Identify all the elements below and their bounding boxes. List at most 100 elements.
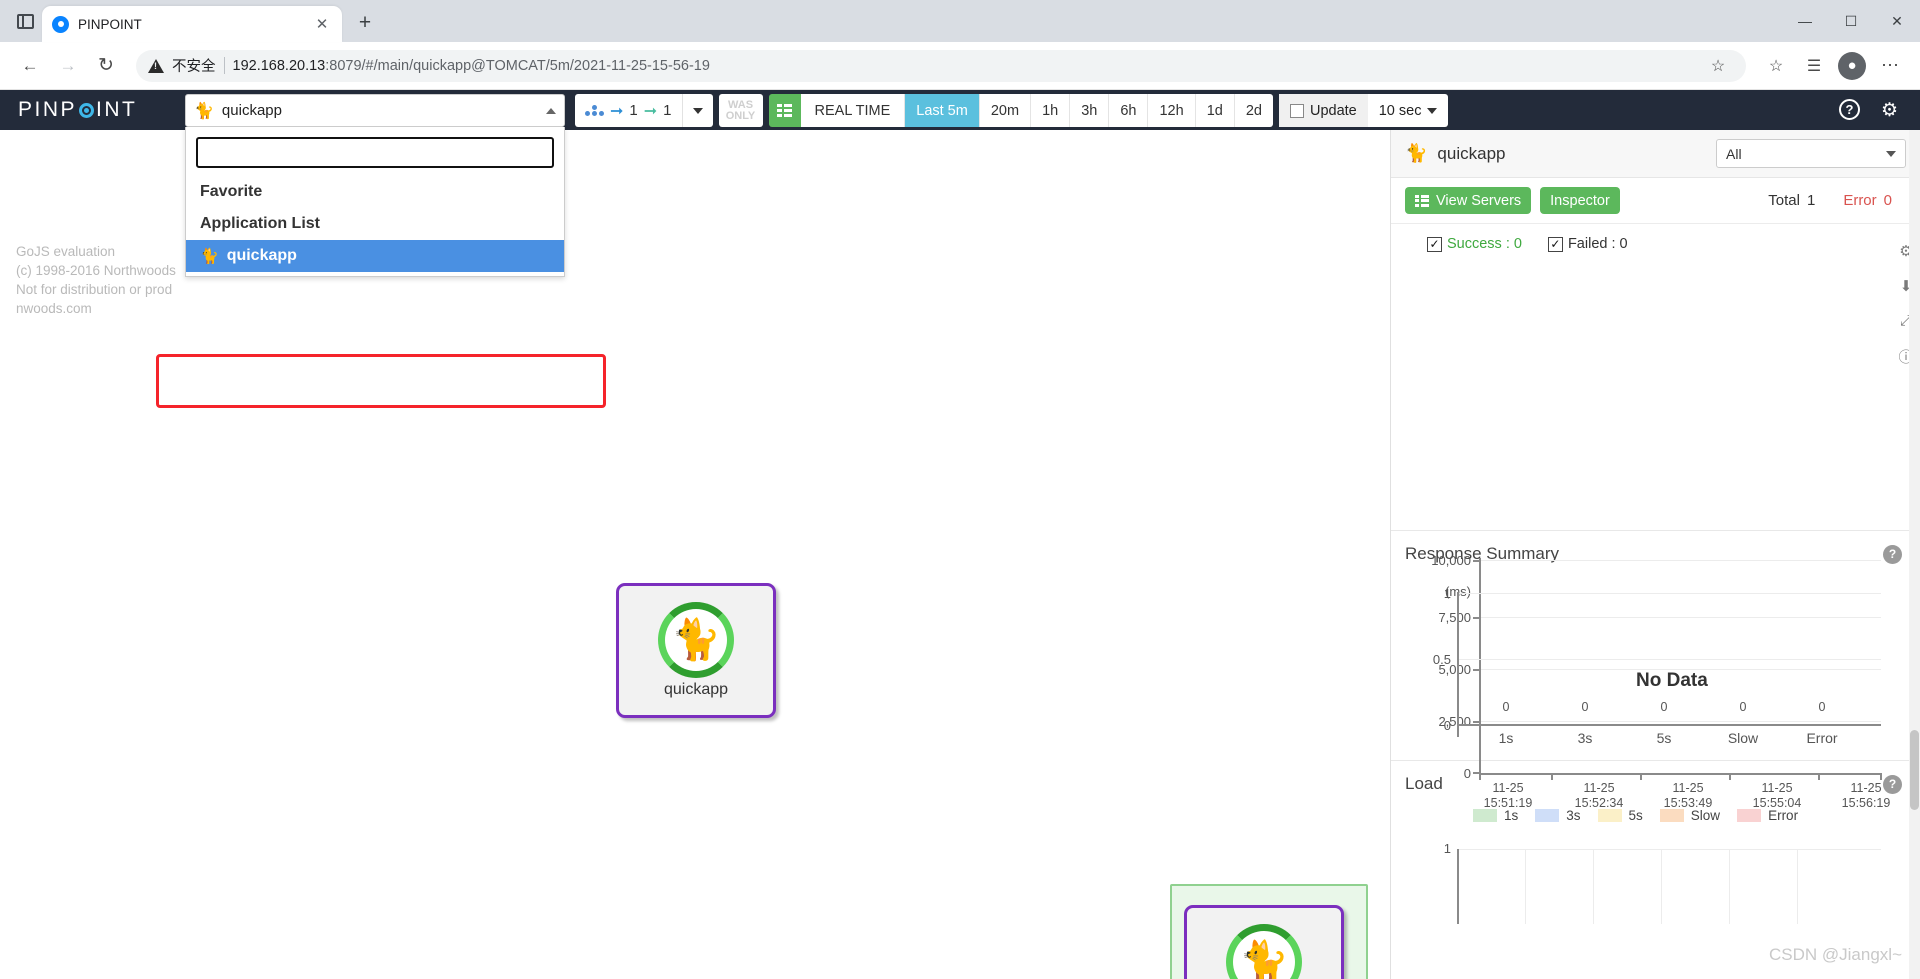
update-interval-label: 10 sec [1378,102,1422,119]
legend-swatch [1473,809,1497,822]
maximize-button[interactable]: ☐ [1828,0,1874,42]
list-icon [1415,194,1429,207]
new-tab-button[interactable]: + [348,6,382,40]
x-axis [1457,724,1881,726]
error-stat: Error 0 [1843,192,1892,209]
legend-item-1s[interactable]: 1s [1473,808,1518,823]
panel-scrollbar[interactable] [1909,130,1920,979]
legend-label: 5s [1628,808,1643,823]
bar-category-label: 1s [1498,730,1514,746]
realtime-button[interactable]: REAL TIME [800,94,906,127]
bar-value-label: 0 [1581,700,1589,714]
agent-filter-select[interactable]: All [1716,139,1906,168]
response-summary-chart[interactable]: 1 0.5 0 0 0 0 0 0 1s 3s 5s Slow Error [1391,564,1920,746]
gear-icon[interactable]: ⚙ [1881,99,1898,122]
bar-category-label: Slow [1727,730,1759,746]
gridline [1457,659,1881,660]
legend-label: Slow [1690,808,1721,823]
legend-item-5s[interactable]: 5s [1597,808,1643,823]
update-checkbox[interactable] [1289,103,1304,118]
map-node-quickapp[interactable]: 🐈 quickapp [616,583,776,718]
back-arrow-icon[interactable]: ← [14,50,46,82]
tab-actions-button[interactable] [8,0,42,42]
dropdown-item-label: quickapp [226,247,297,264]
y-axis [1457,849,1459,924]
collections-icon[interactable]: ☰ [1798,50,1830,82]
application-dropdown[interactable]: Favorite Application List 🐈 quickapp [185,127,565,277]
dropdown-favorite-header: Favorite [200,183,263,200]
profile-icon[interactable]: ● [1836,50,1868,82]
load-chart[interactable]: 1s 3s 5s Slow Error 1 [1391,794,1920,924]
minimize-button[interactable]: — [1782,0,1828,42]
update-toggle[interactable]: Update [1278,94,1368,127]
range-button-1h[interactable]: 1h [1031,94,1071,127]
bar-value-label: 0 [1660,700,1668,714]
tomcat-icon: 🐈 [200,248,219,265]
gridline [1661,849,1662,924]
update-interval-select[interactable]: 10 sec [1368,103,1449,119]
browser-tabstrip: PINPOINT ✕ + — ☐ ✕ [0,0,1920,42]
range-button-20m[interactable]: 20m [979,94,1032,127]
detail-panel-toggle[interactable]: ▾ [1390,144,1391,206]
bar-category-label: 5s [1656,730,1672,746]
grid-icon [777,104,792,117]
application-search-input[interactable] [196,137,554,168]
application-select-value: quickapp [221,102,282,119]
help-icon[interactable]: ? [1839,99,1860,120]
legend-item-slow[interactable]: Slow [1659,808,1721,823]
node-count-group[interactable]: ➞ 1 ➞ 1 [575,94,713,127]
y-tick-1: 1 [1443,586,1451,601]
total-stat: Total 1 [1768,192,1815,209]
node-count-dropdown-button[interactable] [683,107,713,114]
success-checkbox[interactable]: ✓ [1427,236,1442,252]
close-icon[interactable]: ✕ [312,14,332,34]
gridline [1457,593,1881,594]
browser-tab[interactable]: PINPOINT ✕ [42,6,342,42]
range-button-1d[interactable]: 1d [1195,94,1235,127]
forward-arrow-icon[interactable]: → [52,50,84,82]
x-tick-mark [1729,773,1731,780]
view-servers-button[interactable]: View Servers [1405,187,1532,214]
total-label: Total [1768,192,1800,209]
range-button-last-5m[interactable]: Last 5m [905,94,980,127]
map-node-label: quickapp [663,681,729,698]
legend-item-3s[interactable]: 3s [1535,808,1581,823]
range-button-2d[interactable]: 2d [1234,94,1273,127]
map-node-quickapp-selected[interactable]: 🐈 quickapp [1184,905,1344,979]
legend-swatch [1597,809,1622,822]
dropdown-item-quickapp[interactable]: 🐈 quickapp [186,240,564,272]
gridline [1593,849,1594,924]
was-only-button[interactable]: WAS ONLY [718,94,763,127]
detail-panel-title: quickapp [1437,143,1506,163]
tomcat-icon: 🐈 [658,602,734,678]
pinpoint-logo[interactable]: PINP INT [0,98,190,122]
load-legend: 1s 3s 5s Slow Error [1391,794,1920,823]
url-path: :8079/#/main/quickapp@TOMCAT/5m/2021-11-… [325,57,710,74]
failed-checkbox[interactable]: ✓ [1547,236,1563,252]
grid-toggle-button[interactable] [768,94,801,127]
update-group: Update 10 sec [1278,94,1449,127]
application-select[interactable]: 🐈 quickapp [185,94,565,127]
range-button-3h[interactable]: 3h [1070,94,1110,127]
panel-scrollbar-thumb[interactable] [1910,730,1919,810]
not-secure-icon [148,58,164,73]
window-close-button[interactable]: ✕ [1874,0,1920,42]
reload-icon[interactable]: ↻ [90,50,122,82]
legend-item-error[interactable]: Error [1737,808,1798,823]
more-icon[interactable]: ⋯ [1874,50,1906,82]
x-tick-mark [1640,773,1642,780]
star-add-icon[interactable]: ☆ [1702,50,1734,82]
browser-navbar: ← → ↻ 不安全 192.168.20.13:8079/#/main/quic… [0,42,1920,90]
range-button-12h[interactable]: 12h [1148,94,1196,127]
inspector-button[interactable]: Inspector [1540,187,1620,214]
browser-window: PINPOINT ✕ + — ☐ ✕ ← → ↻ 不安全 192.168.20.… [0,0,1920,979]
agent-filter-value: All [1726,145,1742,162]
favorites-icon[interactable]: ☆ [1760,50,1792,82]
response-time-chart[interactable]: 10,000 (ms) 7,500 5,000 2,500 0 [1391,258,1920,810]
range-button-6h[interactable]: 6h [1109,94,1149,127]
url-text: 192.168.20.13:8079/#/main/quickapp@TOMCA… [233,58,710,74]
success-toggle[interactable]: ✓ Success : 0 [1427,236,1522,252]
address-bar[interactable]: 不安全 192.168.20.13:8079/#/main/quickapp@T… [136,49,1746,82]
failed-toggle[interactable]: ✓ Failed : 0 [1547,236,1628,252]
total-value: 1 [1806,192,1816,209]
